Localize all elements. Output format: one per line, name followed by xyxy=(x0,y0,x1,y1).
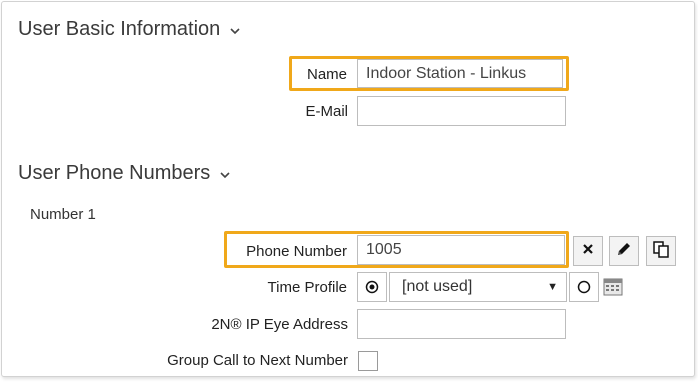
name-field[interactable]: Indoor Station - Linkus xyxy=(357,59,563,88)
radio-selected-icon xyxy=(365,280,379,294)
basic-info-section-toggle[interactable]: User Basic Information xyxy=(18,18,240,41)
phone-numbers-title: User Phone Numbers xyxy=(18,162,211,184)
chevron-down-icon xyxy=(220,168,230,182)
eye-address-label: 2N® IP Eye Address xyxy=(211,316,348,333)
phone-number-field[interactable]: 1005 xyxy=(357,235,565,265)
copy-button[interactable] xyxy=(646,236,676,266)
time-profile-radio-calendar[interactable] xyxy=(569,272,599,302)
dropdown-arrow-icon: ▼ xyxy=(547,281,558,293)
eye-address-field[interactable] xyxy=(357,309,566,339)
copy-icon xyxy=(652,240,670,263)
group-call-checkbox[interactable] xyxy=(358,351,378,371)
chevron-down-icon xyxy=(230,24,240,38)
calendar-icon[interactable] xyxy=(603,276,623,301)
radio-unselected-icon xyxy=(577,280,591,294)
email-field[interactable] xyxy=(357,96,566,126)
group-call-label: Group Call to Next Number xyxy=(167,352,348,369)
time-profile-select[interactable]: [not used] ▼ xyxy=(389,272,567,302)
time-profile-value: [not used] xyxy=(402,278,473,295)
basic-info-title: User Basic Information xyxy=(18,18,221,40)
clear-button[interactable] xyxy=(573,236,603,266)
phone-numbers-section-toggle[interactable]: User Phone Numbers xyxy=(18,162,230,185)
pencil-icon xyxy=(615,240,633,263)
name-label: Name xyxy=(306,66,347,83)
close-icon xyxy=(582,242,594,260)
time-profile-label: Time Profile xyxy=(267,279,347,296)
phone-number-label: Phone Number xyxy=(246,243,347,260)
edit-button[interactable] xyxy=(609,236,639,266)
email-label: E-Mail xyxy=(305,103,348,120)
time-profile-radio-select[interactable] xyxy=(357,272,387,302)
number-heading: Number 1 xyxy=(30,206,96,223)
